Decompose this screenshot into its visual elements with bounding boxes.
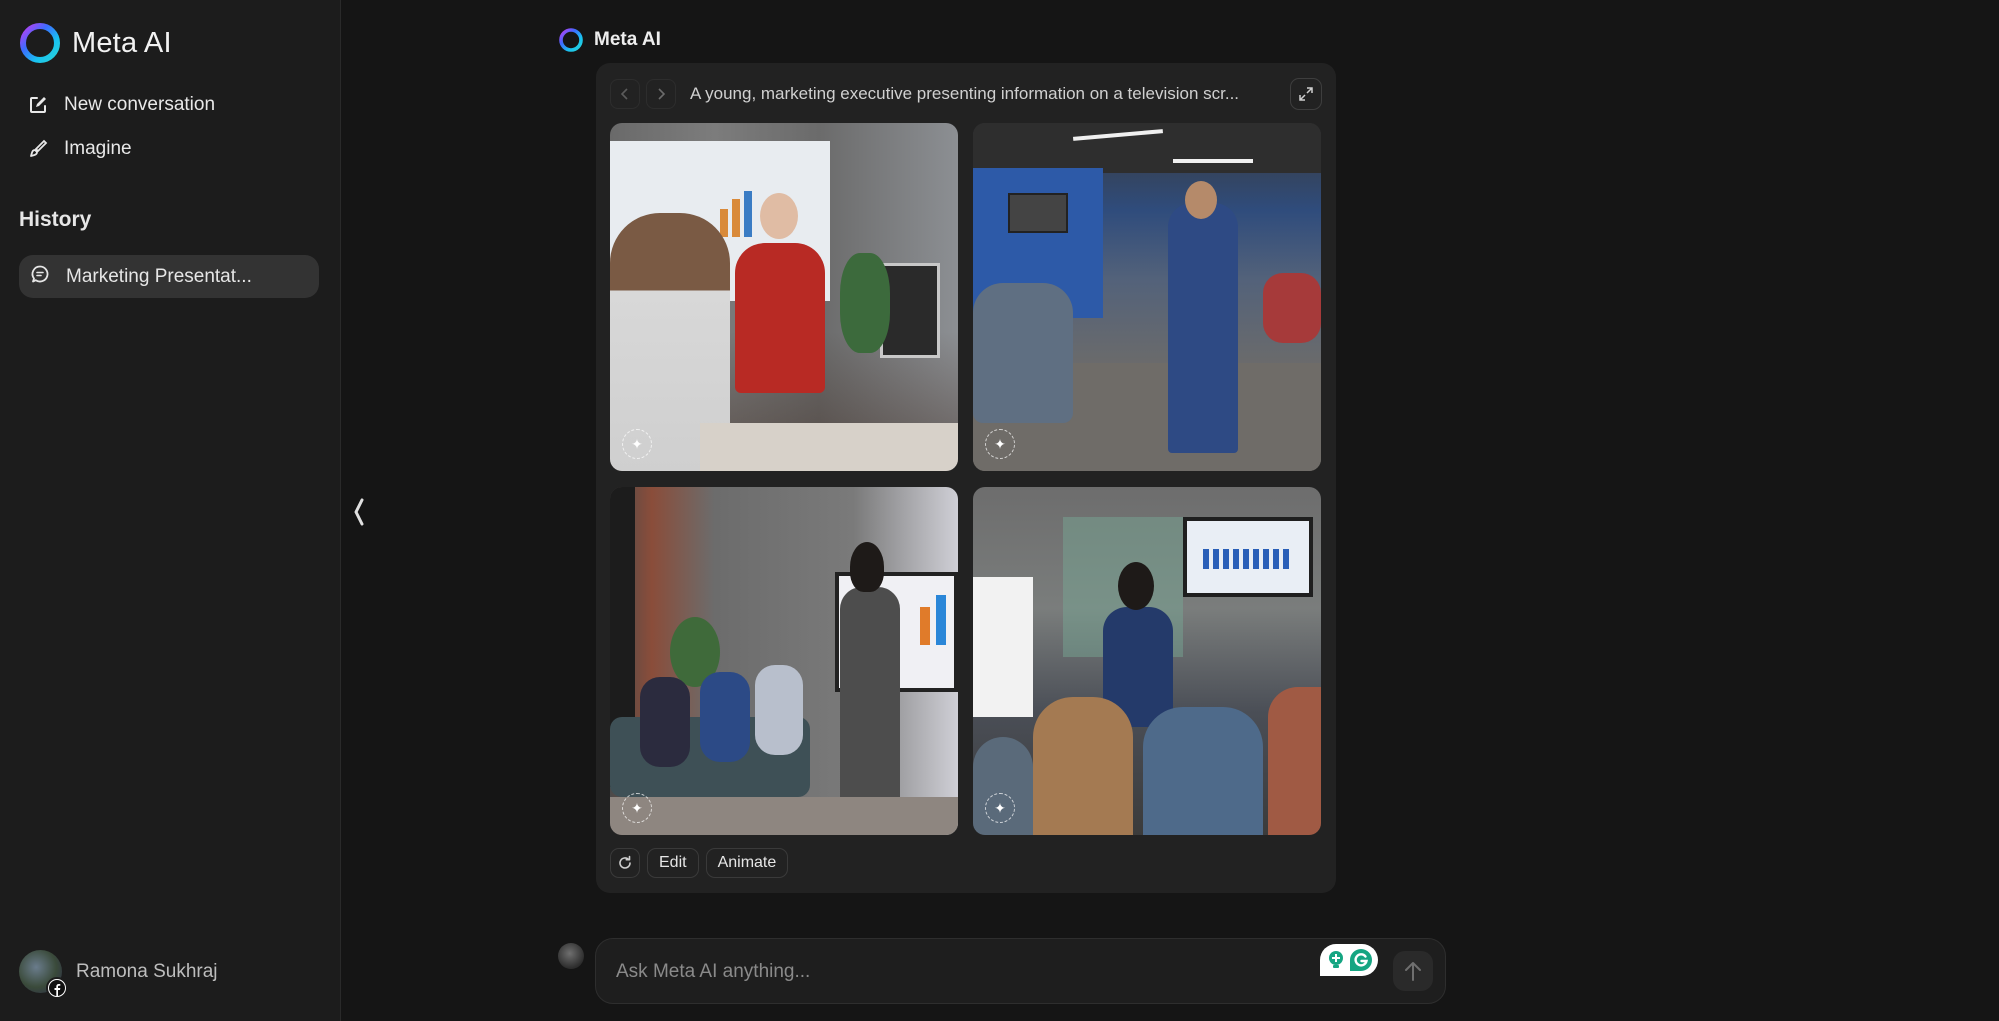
generated-image-2[interactable]: ✦ bbox=[973, 123, 1321, 471]
user-name: Ramona Sukhraj bbox=[76, 960, 218, 982]
floor bbox=[610, 797, 958, 835]
expand-button[interactable] bbox=[1290, 78, 1322, 110]
image-actions: Edit Animate bbox=[610, 848, 789, 878]
ceiling-light bbox=[1173, 159, 1253, 163]
brush-icon bbox=[28, 139, 48, 159]
history-item-label: Marketing Presentat... bbox=[66, 265, 252, 287]
ai-watermark-icon: ✦ bbox=[622, 793, 652, 823]
previous-button[interactable] bbox=[610, 79, 640, 109]
expand-icon bbox=[1299, 87, 1313, 101]
next-button[interactable] bbox=[646, 79, 676, 109]
message-header: Meta AI bbox=[558, 27, 661, 53]
chart-bar bbox=[720, 209, 728, 237]
ai-watermark-icon: ✦ bbox=[985, 793, 1015, 823]
regenerate-button[interactable] bbox=[610, 848, 640, 878]
image-prompt: A young, marketing executive presenting … bbox=[690, 84, 1240, 103]
avatar bbox=[19, 950, 68, 999]
chart-bar bbox=[920, 607, 930, 645]
arrow-up-icon bbox=[1405, 962, 1421, 981]
seated-person bbox=[700, 672, 750, 762]
message-input[interactable] bbox=[616, 955, 1296, 989]
presenter-grey-suit bbox=[840, 587, 900, 827]
composer bbox=[595, 938, 1446, 1004]
lightbulb-icon bbox=[1328, 951, 1343, 968]
presenter-hair bbox=[850, 542, 884, 592]
regenerate-icon bbox=[619, 855, 631, 869]
presenter-red-suit bbox=[735, 243, 825, 393]
seated-person bbox=[640, 677, 690, 767]
history-item[interactable]: Marketing Presentat... bbox=[19, 255, 319, 298]
tv-bar-chart bbox=[1203, 549, 1293, 569]
avatar bbox=[558, 943, 584, 969]
chart-bar bbox=[732, 199, 740, 237]
collapse-sidebar-button[interactable] bbox=[348, 494, 370, 530]
flip-chart bbox=[973, 577, 1033, 717]
edit-button[interactable]: Edit bbox=[647, 848, 699, 878]
ai-watermark-icon: ✦ bbox=[622, 429, 652, 459]
presenter-blue-suit bbox=[1168, 203, 1238, 453]
new-conversation-button[interactable]: New conversation bbox=[28, 94, 215, 116]
user-profile[interactable]: Ramona Sukhraj bbox=[19, 950, 218, 999]
animate-button[interactable]: Animate bbox=[705, 848, 789, 878]
seated-person bbox=[1143, 707, 1263, 835]
generated-image-1[interactable]: ✦ bbox=[610, 123, 958, 471]
ai-watermark-icon: ✦ bbox=[985, 429, 1015, 459]
grammarly-icon bbox=[1349, 949, 1372, 971]
generated-image-4[interactable]: ✦ bbox=[973, 487, 1321, 835]
history-heading: History bbox=[19, 208, 92, 231]
grammarly-widget[interactable] bbox=[1320, 944, 1378, 976]
presenter-face bbox=[1185, 181, 1217, 219]
meta-ai-logo-icon bbox=[20, 23, 60, 63]
presenter-face bbox=[760, 193, 798, 239]
meta-ai-logo-icon bbox=[559, 28, 583, 52]
imagine-button[interactable]: Imagine bbox=[28, 138, 132, 160]
seated-person-red bbox=[1263, 273, 1321, 343]
chevron-right-icon bbox=[658, 88, 666, 100]
chat-bubble-icon bbox=[30, 264, 50, 290]
plant bbox=[840, 253, 890, 353]
facebook-icon bbox=[46, 977, 68, 999]
chevron-left-icon bbox=[354, 498, 364, 526]
seated-person bbox=[1268, 687, 1321, 835]
generated-image-3[interactable]: ✦ bbox=[610, 487, 958, 835]
seated-person bbox=[755, 665, 803, 755]
image-generation-card: A young, marketing executive presenting … bbox=[596, 63, 1336, 893]
imagine-label: Imagine bbox=[64, 138, 132, 159]
card-toolbar: A young, marketing executive presenting … bbox=[610, 78, 1322, 110]
seated-person bbox=[1033, 697, 1133, 835]
send-button[interactable] bbox=[1393, 951, 1433, 991]
chevron-left-icon bbox=[620, 88, 628, 100]
sender-name: Meta AI bbox=[594, 29, 661, 50]
wall-tv bbox=[1008, 193, 1068, 233]
new-conversation-icon bbox=[28, 95, 48, 115]
chart-bar bbox=[744, 191, 752, 237]
presenter-hair bbox=[1118, 562, 1154, 610]
sidebar: Meta AI New conversation Imagine History… bbox=[0, 0, 341, 1021]
brand-name: Meta AI bbox=[72, 26, 172, 59]
brand[interactable]: Meta AI bbox=[18, 21, 172, 65]
new-conversation-label: New conversation bbox=[64, 94, 216, 115]
chart-bar bbox=[936, 595, 946, 645]
seated-man bbox=[973, 283, 1073, 423]
desk bbox=[700, 423, 958, 471]
